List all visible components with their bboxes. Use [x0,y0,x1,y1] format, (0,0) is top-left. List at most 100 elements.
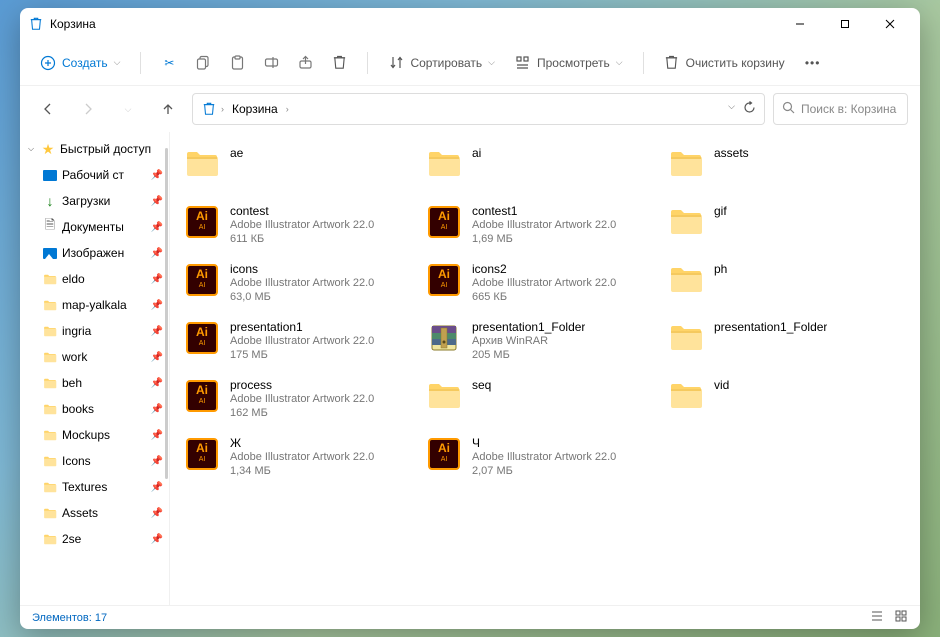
file-pane[interactable]: aeaiassetsAiAIcontestAdobe Illustrator A… [170,132,920,605]
pin-icon: 📌 [151,482,163,493]
sort-icon [388,55,404,71]
file-item[interactable]: assets [666,144,908,186]
chevron-down-icon: ⌵ [616,57,623,68]
maximize-button[interactable] [822,8,867,40]
sidebar-item[interactable]: ingria📌 [20,318,169,344]
file-item[interactable]: AiAIcontest1Adobe Illustrator Artwork 22… [424,202,666,244]
file-item[interactable]: vid [666,376,908,418]
pin-icon: 📌 [151,170,163,181]
file-item[interactable]: AiAIЖAdobe Illustrator Artwork 22.01,34 … [182,434,424,476]
sidebar-item[interactable]: Mockups 📌 [20,422,169,448]
titlebar: Корзина [20,8,920,40]
sidebar-item[interactable]: 2se📌 [20,526,169,552]
details-view-button[interactable] [870,609,884,626]
recycle-bin-icon [201,101,217,117]
file-item[interactable]: AiAIpresentation1Adobe Illustrator Artwo… [182,318,424,360]
archive-icon [428,322,460,354]
sort-button[interactable]: Сортировать ⌵ [380,47,503,79]
pin-icon: 📌 [151,430,163,441]
ai-file-icon: AiAI [428,438,460,470]
file-item[interactable]: AiAIЧAdobe Illustrator Artwork 22.02,07 … [424,434,666,476]
file-size: 175 МБ [230,348,374,362]
window-controls [777,8,912,40]
file-item[interactable]: AiAIicons2Adobe Illustrator Artwork 22.0… [424,260,666,302]
item-count: Элементов: 17 [32,612,107,624]
cut-button[interactable]: ✂ [153,47,185,79]
file-size: 665 КБ [472,290,616,304]
sidebar-item[interactable]: map-yalkala📌 [20,292,169,318]
file-item[interactable]: AiAIcontestAdobe Illustrator Artwork 22.… [182,202,424,244]
back-button[interactable] [32,93,64,125]
file-item[interactable]: ph [666,260,908,302]
sidebar-item-label: eldo [62,272,147,286]
scrollbar[interactable] [165,148,168,479]
file-size: 2,07 МБ [472,464,616,478]
file-item[interactable]: ae [182,144,424,186]
file-item[interactable]: presentation1_Folder [666,318,908,360]
sidebar-item[interactable]: Изображен📌 [20,240,169,266]
icons-view-button[interactable] [894,609,908,626]
explorer-window: Корзина Создать ⌵ ✂ Сортировать ⌵ [20,8,920,629]
file-item[interactable]: presentation1_FolderАрхив WinRAR205 МБ [424,318,666,360]
file-name: ph [714,262,727,276]
sidebar-item[interactable]: beh📌 [20,370,169,396]
sidebar-label: Быстрый доступ [60,142,163,156]
sidebar-item-label: Загрузки [62,194,147,208]
file-type: Adobe Illustrator Artwork 22.0 [230,218,374,232]
sidebar-item[interactable]: ↓Загрузки📌 [20,188,169,214]
sidebar-item[interactable]: Рабочий ст📌 [20,162,169,188]
pin-icon: 📌 [151,196,163,207]
minimize-button[interactable] [777,8,822,40]
empty-recycle-button[interactable]: Очистить корзину [656,47,793,79]
more-button[interactable]: ••• [797,47,829,79]
file-item[interactable]: AiAIprocessAdobe Illustrator Artwork 22.… [182,376,424,418]
sidebar-item[interactable]: Assets📌 [20,500,169,526]
sidebar-item[interactable]: Textures📌 [20,474,169,500]
up-button[interactable] [152,93,184,125]
refresh-button[interactable] [743,101,756,117]
sidebar-item[interactable]: Icons📌 [20,448,169,474]
file-item[interactable]: seq [424,376,666,418]
view-icon [515,55,531,71]
breadcrumb-segment[interactable]: Корзина [228,100,282,118]
copy-icon [195,55,211,71]
file-item[interactable]: ai [424,144,666,186]
sidebar-item[interactable]: books📌 [20,396,169,422]
close-button[interactable] [867,8,912,40]
sidebar-quick-access[interactable]: ⌵ ★ Быстрый доступ [20,136,169,162]
file-item[interactable]: AiAIiconsAdobe Illustrator Artwork 22.06… [182,260,424,302]
sidebar-item[interactable]: eldo📌 [20,266,169,292]
view-button[interactable]: Просмотреть ⌵ [507,47,631,79]
sidebar-item-label: Mockups [62,428,147,442]
delete-button[interactable] [323,47,355,79]
file-name: ae [230,146,243,160]
rename-button[interactable] [255,47,287,79]
file-type: Adobe Illustrator Artwork 22.0 [230,450,374,464]
paste-button[interactable] [221,47,253,79]
status-bar: Элементов: 17 [20,605,920,629]
window-title: Корзина [50,17,777,31]
forward-button[interactable] [72,93,104,125]
sidebar-item-label: Документы [62,220,147,234]
recent-button[interactable]: ⌵ [112,93,144,125]
share-button[interactable] [289,47,321,79]
ai-file-icon: AiAI [428,206,460,238]
file-size: 1,34 МБ [230,464,374,478]
address-bar[interactable]: › Корзина › ⌵ [192,93,765,125]
file-name: contest [230,204,374,218]
chevron-down-icon: ⌵ [114,57,121,68]
empty-recycle-label: Очистить корзину [686,56,785,70]
file-item[interactable]: gif [666,202,908,244]
sidebar-item[interactable]: 🗎Документы📌 [20,214,169,240]
create-button[interactable]: Создать ⌵ [32,47,128,79]
chevron-down-icon[interactable]: ⌵ [728,101,735,117]
sidebar-item[interactable]: work📌 [20,344,169,370]
copy-button[interactable] [187,47,219,79]
file-size: 63,0 МБ [230,290,374,304]
pin-icon: 📌 [151,404,163,415]
sidebar-item-label: Изображен [62,246,147,260]
sidebar-item-label: 2se [62,532,147,546]
search-box[interactable]: Поиск в: Корзина [773,93,908,125]
file-name: presentation1 [230,320,374,334]
rename-icon [263,55,279,71]
